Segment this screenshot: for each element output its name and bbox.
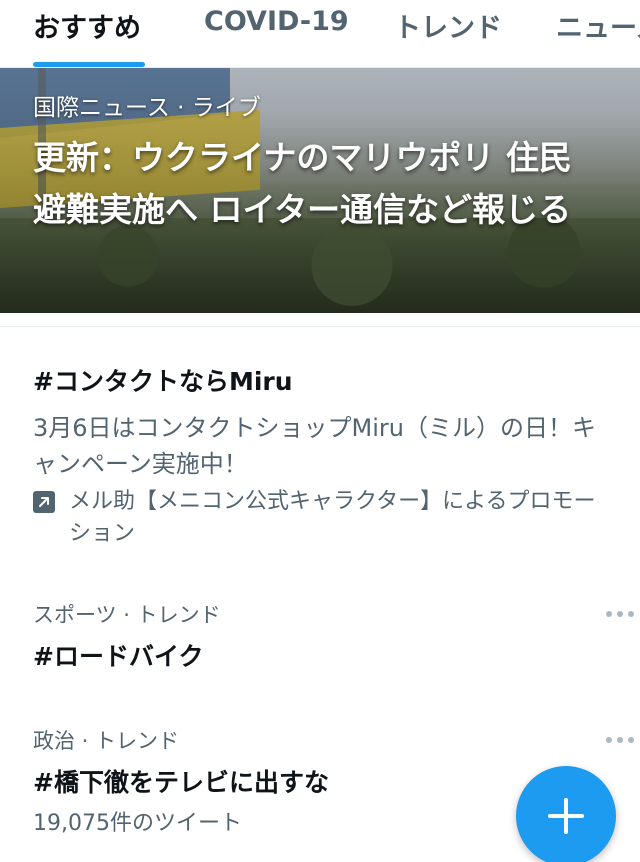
hero-headline: 更新：ウクライナのマリウポリ 住民避難実施へ ロイター通信など報じる (33, 138, 572, 229)
promoted-trend[interactable]: #コンタクトならMiru 3月6日はコンタクトショップMiru（ミル）の日！キャ… (33, 365, 613, 550)
explore-tab-bar: おすすめ COVID-19 トレンド ニュース (0, 0, 640, 68)
trend-title: #ロードバイク (33, 642, 204, 671)
more-dots-icon[interactable] (602, 604, 638, 624)
hero-category: 国際ニュース · ライブ (33, 95, 261, 121)
promoted-by: メル助【メニコン公式キャラクター】によるプロモーション (33, 486, 613, 550)
plus-icon (548, 798, 584, 834)
promoted-trend-description: 3月6日はコンタクトショップMiru（ミル）の日！キャンペーン実施中！ (33, 414, 596, 478)
promoted-trend-title: #コンタクトならMiru (33, 367, 293, 396)
tab-recommended[interactable]: おすすめ (33, 6, 141, 45)
trend-item[interactable]: スポーツ · トレンド #ロードバイク (33, 600, 634, 674)
trend-category: 政治 · トレンド (33, 729, 180, 753)
promoted-arrow-icon (33, 491, 55, 513)
tab-news[interactable]: ニュース (556, 6, 640, 45)
hero-news-card[interactable]: 国際ニュース · ライブ 更新：ウクライナのマリウポリ 住民避難実施へ ロイター… (0, 68, 640, 313)
compose-button[interactable] (516, 766, 616, 862)
more-dots-icon[interactable] (602, 730, 638, 750)
trend-category: スポーツ · トレンド (33, 603, 221, 627)
section-divider (0, 326, 640, 327)
tab-trends[interactable]: トレンド (394, 6, 502, 45)
active-tab-indicator (33, 62, 145, 67)
tab-covid19[interactable]: COVID-19 (204, 6, 349, 37)
promoted-by-label: メル助【メニコン公式キャラクター】によるプロモーション (69, 489, 596, 546)
